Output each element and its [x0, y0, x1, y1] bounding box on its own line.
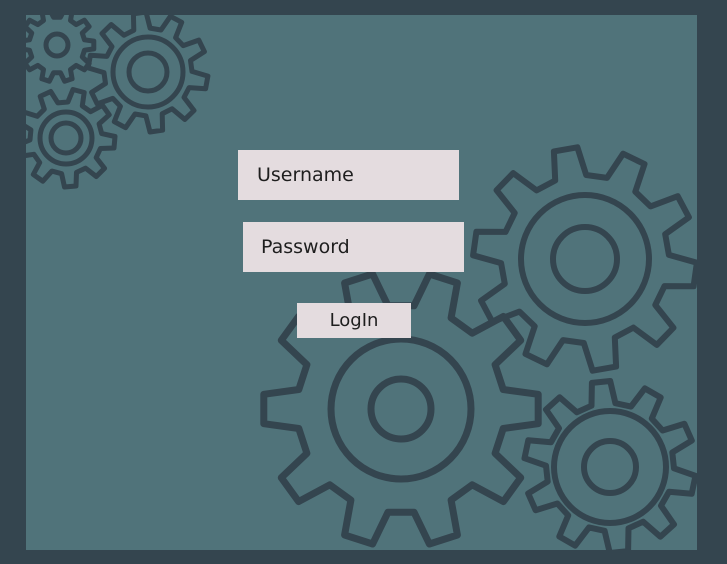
- gear-decoration: [26, 15, 697, 550]
- gear-ring: [518, 192, 652, 326]
- gear-outline: [26, 15, 97, 84]
- gear-icon: [26, 15, 97, 84]
- password-placeholder: Password: [261, 236, 350, 258]
- gear-hole: [581, 438, 639, 496]
- gear-ring: [327, 335, 475, 483]
- gear-ring: [37, 109, 95, 167]
- username-field[interactable]: Username: [238, 150, 459, 200]
- login-screen: Username Password LogIn: [26, 15, 697, 550]
- gear-hole: [367, 375, 435, 443]
- password-field[interactable]: Password: [243, 222, 464, 272]
- username-placeholder: Username: [257, 164, 354, 186]
- gear-icon: [470, 144, 697, 374]
- gear-ring: [110, 34, 186, 110]
- gear-icon: [521, 378, 697, 550]
- gear-ring: [43, 31, 71, 59]
- gear-hole: [48, 120, 84, 156]
- login-button-label: LogIn: [329, 310, 379, 331]
- login-button[interactable]: LogIn: [297, 303, 411, 338]
- gear-hole: [550, 224, 620, 294]
- gear-icon: [26, 87, 118, 190]
- gear-hole: [126, 50, 170, 94]
- gear-outline: [470, 144, 697, 374]
- gear-ring: [551, 408, 669, 526]
